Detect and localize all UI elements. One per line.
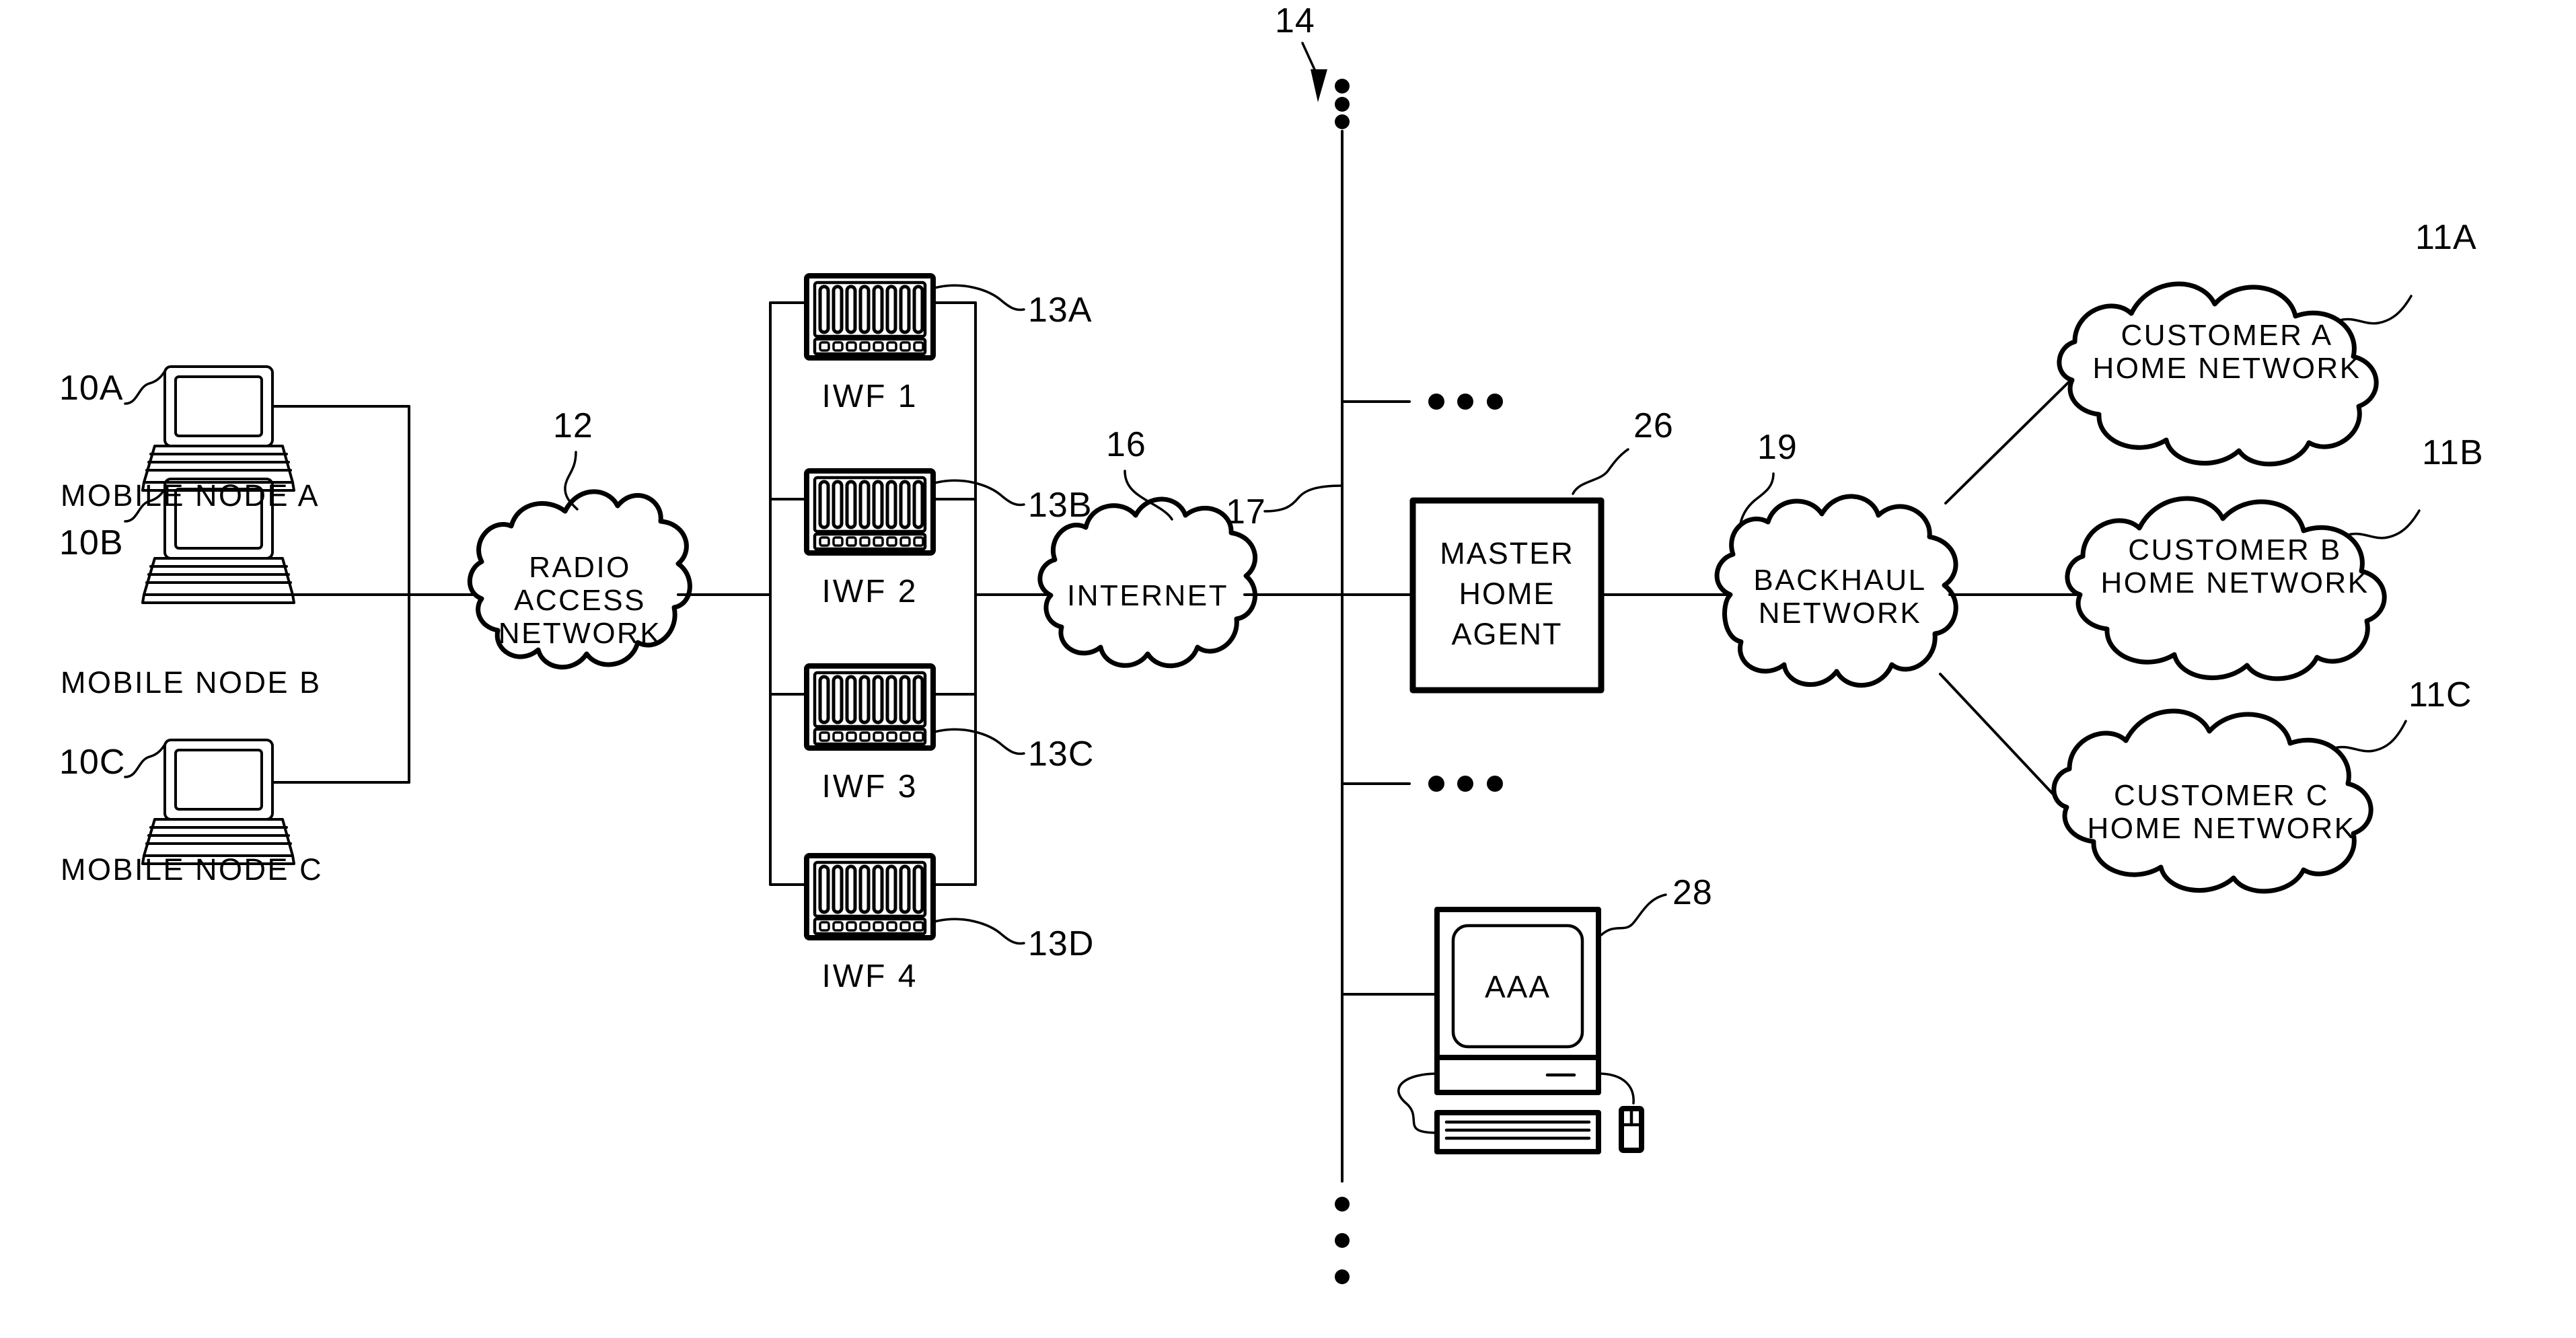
customer-c-line1: CUSTOMER C [2114,779,2329,812]
customer-a-line1: CUSTOMER A [2121,319,2332,352]
internet-label: INTERNET [1067,579,1228,612]
customer-b-line2: HOME NETWORK [2100,566,2369,599]
mobile-node-a-label: MOBILE NODE A [61,478,320,513]
ref-26: 26 [1633,406,1674,445]
ref-11a: 11A [2415,218,2477,257]
customer-a-line2: HOME NETWORK [2092,352,2361,385]
customer-b-line1: CUSTOMER B [2128,533,2342,566]
iwf-2-label: IWF 2 [822,574,918,609]
iwf-3-label: IWF 3 [822,769,918,805]
mobile-node-c-label: MOBILE NODE C [61,852,323,887]
ref-12: 12 [553,406,593,445]
ran-line3: NETWORK [499,617,661,650]
diagram-text-layer: 10A 10B 10C MOBILE NODE A MOBILE NODE B … [59,1,2484,1004]
ref-13c: 13C [1028,735,1094,774]
ref-19: 19 [1757,428,1798,467]
ref-11b: 11B [2422,433,2484,472]
ref-10b: 10B [59,523,124,562]
iwf-4-label: IWF 4 [822,959,918,994]
mobile-node-b-label: MOBILE NODE B [61,665,322,700]
ref-28: 28 [1672,873,1713,912]
ref-13a: 13A [1028,291,1093,330]
ran-line1: RADIO [529,551,631,584]
backhaul-line2: NETWORK [1759,597,1921,630]
ref-14: 14 [1275,1,1315,40]
backhaul-line1: BACKHAUL [1753,564,1926,597]
ran-line2: ACCESS [514,584,646,617]
aaa-label: AAA [1485,969,1551,1004]
patent-figure: 10A 10B 10C MOBILE NODE A MOBILE NODE B … [0,0,2576,1338]
ref-16: 16 [1106,425,1146,464]
ref-11c: 11C [2408,675,2472,714]
ref-13d: 13D [1028,924,1094,963]
mha-line2: HOME [1459,577,1555,611]
mha-line1: MASTER [1440,536,1574,570]
mha-line3: AGENT [1451,617,1562,651]
customer-c-line2: HOME NETWORK [2087,812,2355,845]
ref-10c: 10C [59,743,125,782]
ref-17: 17 [1226,492,1266,531]
iwf-1-label: IWF 1 [822,379,918,414]
ref-10a: 10A [59,369,124,408]
ref-13b: 13B [1028,486,1093,525]
